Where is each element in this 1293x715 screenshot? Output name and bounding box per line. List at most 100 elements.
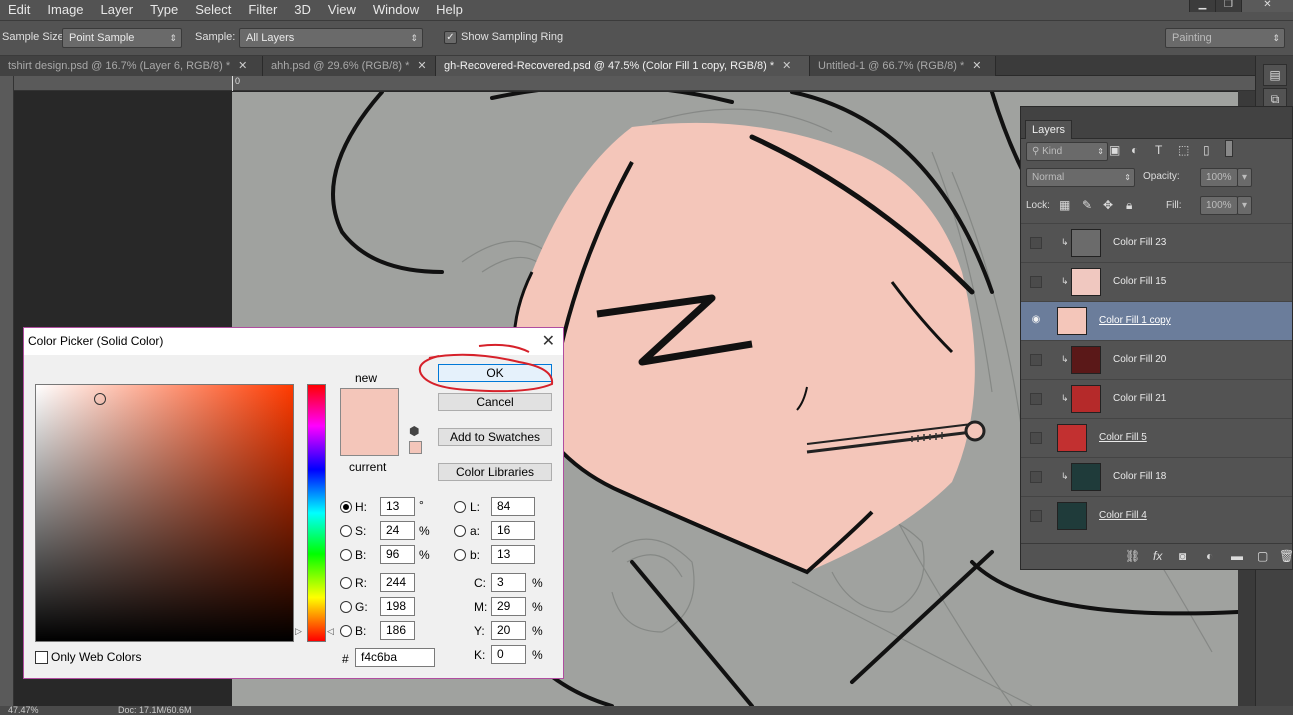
close-window-button[interactable]: ✕ — [1241, 0, 1293, 12]
s-radio[interactable] — [340, 525, 352, 537]
layer-thumbnail[interactable] — [1071, 229, 1101, 257]
close-icon[interactable]: ✕ — [972, 60, 981, 72]
layer-thumbnail[interactable] — [1071, 463, 1101, 491]
adjustment-filter-icon[interactable]: ◐ — [1131, 143, 1138, 157]
layer-thumbnail[interactable] — [1071, 346, 1101, 374]
a-radio[interactable] — [454, 525, 466, 537]
only-web-colors-checkbox[interactable] — [35, 651, 48, 664]
layer-row[interactable]: ◉ Color Fill 1 copy — [1021, 301, 1292, 340]
r-field[interactable]: 244 — [380, 573, 415, 592]
color-libraries-button[interactable]: Color Libraries — [438, 463, 552, 481]
layer-thumbnail[interactable] — [1071, 385, 1101, 413]
hue-slider-right-arrow[interactable]: ◁ — [327, 626, 334, 637]
lab-b-field[interactable]: 13 — [491, 545, 535, 564]
color-sample-ring[interactable] — [94, 393, 106, 405]
sample-select[interactable]: All Layers ⇕ — [239, 28, 423, 48]
menu-layer[interactable]: Layer — [93, 0, 143, 20]
web-safe-swatch[interactable] — [409, 441, 422, 454]
panel-toggle-icon[interactable]: ▤ — [1263, 64, 1287, 86]
saturation-brightness-field[interactable] — [35, 384, 294, 642]
hex-field[interactable]: f4c6ba — [355, 648, 435, 667]
close-icon[interactable]: ✕ — [238, 60, 247, 72]
layer-name[interactable]: Color Fill 23 — [1113, 237, 1166, 248]
layer-row[interactable]: ↳ Color Fill 18 — [1021, 457, 1292, 496]
visibility-toggle[interactable] — [1030, 354, 1042, 366]
visibility-toggle[interactable] — [1030, 432, 1042, 444]
layer-thumbnail[interactable] — [1057, 502, 1087, 530]
blend-mode-select[interactable]: Normal ⇕ — [1026, 168, 1135, 187]
visibility-toggle[interactable] — [1030, 276, 1042, 288]
layer-name[interactable]: Color Fill 1 copy — [1099, 315, 1171, 326]
tab-untitled-1[interactable]: Untitled-1 @ 66.7% (RGB/8) * ✕ — [810, 56, 996, 76]
add-mask-icon[interactable]: ◙ — [1179, 549, 1186, 563]
layer-name[interactable]: Color Fill 20 — [1113, 354, 1166, 365]
layer-row[interactable]: ↳ Color Fill 20 — [1021, 340, 1292, 379]
menu-filter[interactable]: Filter — [240, 0, 286, 20]
layer-thumbnail[interactable] — [1057, 424, 1087, 452]
fill-dropdown[interactable]: ▾ — [1237, 196, 1252, 215]
menu-image[interactable]: Image — [39, 0, 92, 20]
lock-all-icon[interactable]: 🔒︎ — [1126, 198, 1132, 213]
zoom-level[interactable]: 47.47% — [8, 706, 39, 715]
l-radio[interactable] — [454, 501, 466, 513]
filter-toggle-icon[interactable] — [1225, 140, 1233, 157]
lock-position-icon[interactable]: ✥ — [1103, 198, 1113, 212]
new-layer-icon[interactable]: ▢ — [1257, 549, 1268, 563]
c-field[interactable]: 3 — [491, 573, 526, 592]
trash-icon[interactable]: 🗑︎ — [1279, 549, 1293, 563]
b-field[interactable]: 96 — [380, 545, 415, 564]
smart-object-filter-icon[interactable]: ▯ — [1203, 143, 1210, 157]
visibility-toggle[interactable] — [1030, 237, 1042, 249]
hue-slider[interactable] — [307, 384, 326, 642]
fx-icon[interactable]: fx — [1153, 549, 1162, 563]
close-icon[interactable]: ✕ — [782, 60, 791, 72]
a-field[interactable]: 16 — [491, 521, 535, 540]
restore-button[interactable]: ❐ — [1215, 0, 1241, 12]
layer-row[interactable]: ↳ Color Fill 21 — [1021, 379, 1292, 418]
h-radio[interactable] — [340, 501, 352, 513]
layer-name[interactable]: Color Fill 5 — [1099, 432, 1147, 443]
tab-layers[interactable]: Layers — [1025, 120, 1073, 139]
visibility-toggle[interactable] — [1030, 471, 1042, 483]
m-field[interactable]: 29 — [491, 597, 526, 616]
filter-kind-select[interactable]: ⚲ Kind ⇕ — [1026, 142, 1108, 161]
layer-name[interactable]: Color Fill 15 — [1113, 276, 1166, 287]
menu-3d[interactable]: 3D — [286, 0, 320, 20]
menu-edit[interactable]: Edit — [0, 0, 39, 20]
menu-help[interactable]: Help — [428, 0, 472, 20]
g-field[interactable]: 198 — [380, 597, 415, 616]
lab-b-radio[interactable] — [454, 549, 466, 561]
b-radio[interactable] — [340, 549, 352, 561]
layer-row[interactable]: ↳ Color Fill 23 — [1021, 223, 1292, 262]
shape-filter-icon[interactable]: ⬚ — [1178, 143, 1189, 157]
tab-ahh[interactable]: ahh.psd @ 29.6% (RGB/8) * ✕ — [263, 56, 436, 76]
tab-gh-recovered[interactable]: gh-Recovered-Recovered.psd @ 47.5% (Colo… — [436, 56, 810, 76]
layer-row[interactable]: Color Fill 4 — [1021, 496, 1292, 535]
visibility-toggle[interactable] — [1030, 510, 1042, 522]
opacity-field[interactable]: 100% — [1200, 168, 1238, 187]
new-group-icon[interactable]: ▬ — [1231, 549, 1243, 563]
hue-slider-left-arrow[interactable]: ▷ — [295, 626, 302, 637]
blue-field[interactable]: 186 — [380, 621, 415, 640]
opacity-dropdown[interactable]: ▾ — [1237, 168, 1252, 187]
cube-icon[interactable]: ⬢ — [409, 424, 419, 438]
k-field[interactable]: 0 — [491, 645, 526, 664]
workspace-select[interactable]: Painting ⇕ — [1165, 28, 1285, 48]
layer-name[interactable]: Color Fill 18 — [1113, 471, 1166, 482]
l-field[interactable]: 84 — [491, 497, 535, 516]
r-radio[interactable] — [340, 577, 352, 589]
h-field[interactable]: 13 — [380, 497, 415, 516]
layer-name[interactable]: Color Fill 4 — [1099, 510, 1147, 521]
menu-type[interactable]: Type — [142, 0, 187, 20]
visibility-toggle[interactable]: ◉ — [1030, 315, 1042, 327]
g-radio[interactable] — [340, 601, 352, 613]
tab-tshirt-design[interactable]: tshirt design.psd @ 16.7% (Layer 6, RGB/… — [0, 56, 263, 76]
minimize-button[interactable]: ▁ — [1189, 0, 1215, 12]
link-layers-icon[interactable]: ⛓ — [1125, 549, 1140, 563]
image-filter-icon[interactable]: ▣ — [1109, 143, 1120, 157]
menu-window[interactable]: Window — [365, 0, 428, 20]
menu-view[interactable]: View — [320, 0, 365, 20]
layer-row[interactable]: Color Fill 5 — [1021, 418, 1292, 457]
visibility-toggle[interactable] — [1030, 393, 1042, 405]
s-field[interactable]: 24 — [380, 521, 415, 540]
